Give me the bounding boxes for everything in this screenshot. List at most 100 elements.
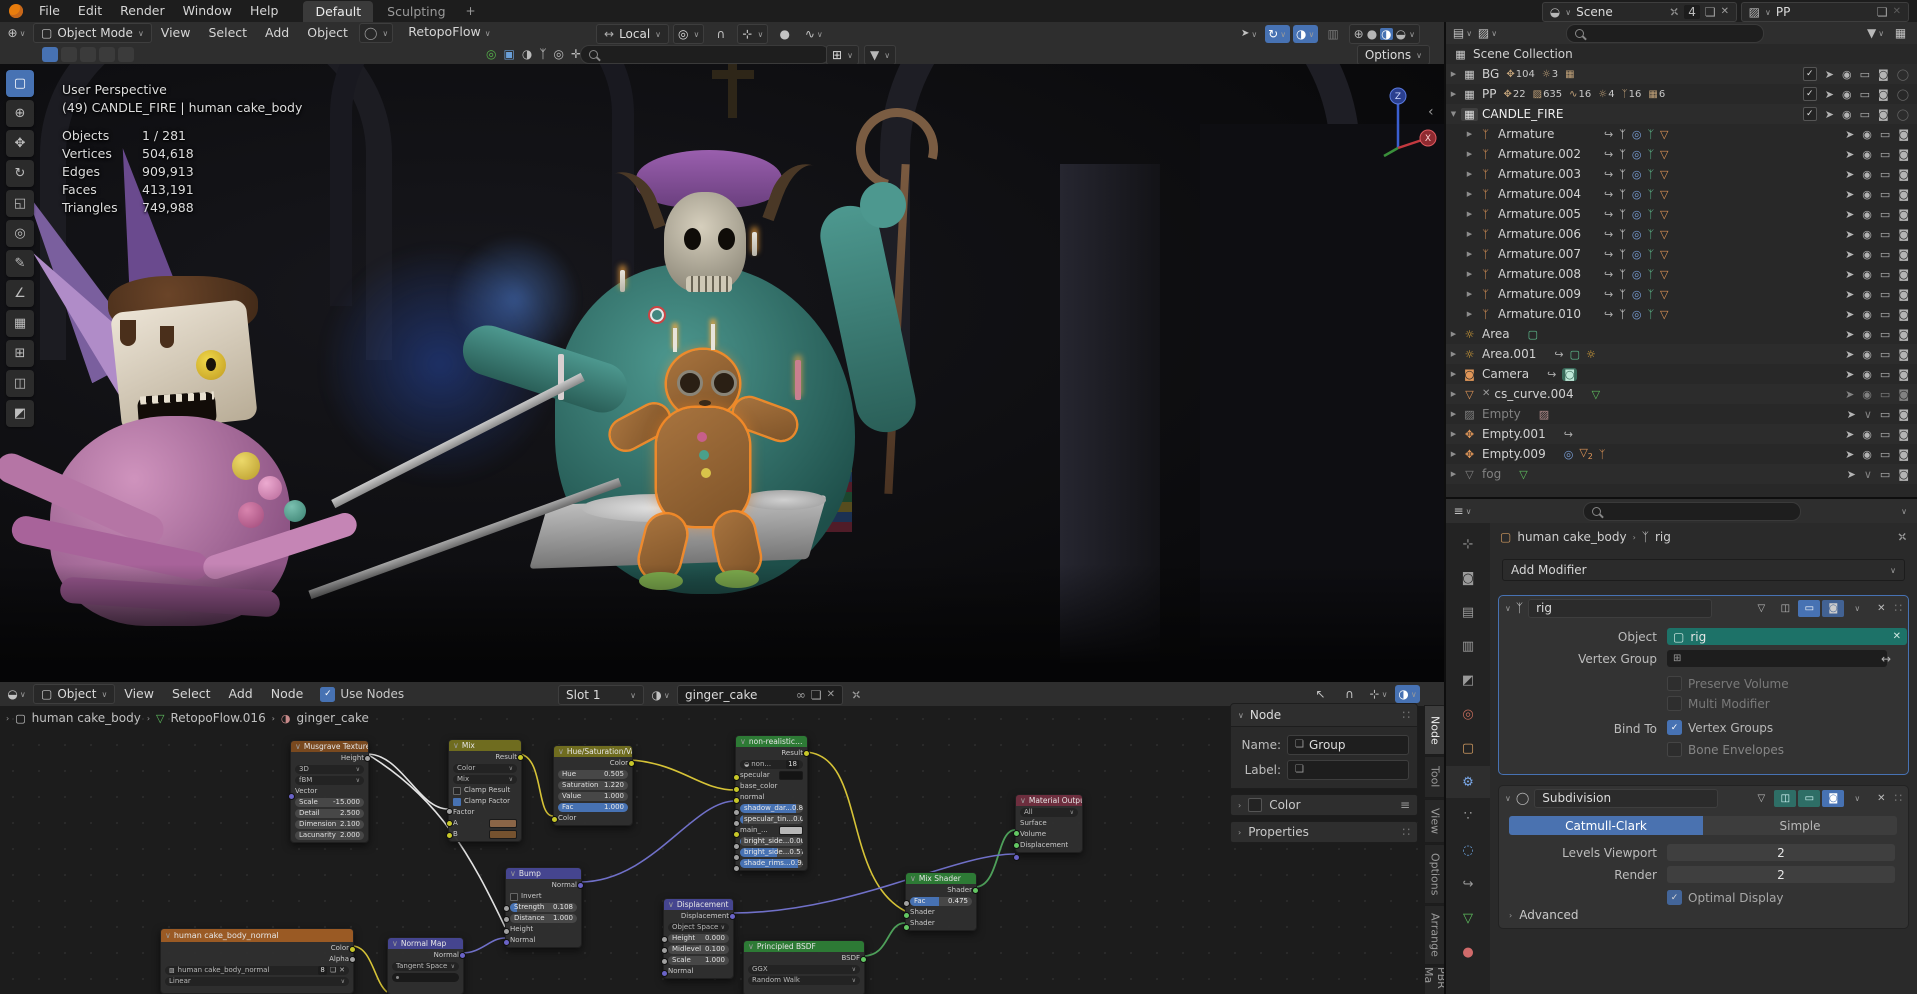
selectable-icon[interactable]: ➤ xyxy=(1845,148,1854,161)
outliner-row-area001[interactable]: ▶ ☼ Area.001 ↪▢☼ ➤◉▭◙ xyxy=(1446,344,1917,364)
modifier-name-field[interactable]: rig xyxy=(1528,599,1712,618)
preserve-volume-checkbox[interactable]: Preserve Volume xyxy=(1667,676,1789,691)
overlays-toggle[interactable]: ◑∨ xyxy=(1395,685,1420,703)
group-input-slider[interactable]: bright_side...0.006 xyxy=(740,837,803,846)
node-name-input[interactable]: ❏Group xyxy=(1287,735,1409,755)
advanced-panel-toggle[interactable]: ›Advanced xyxy=(1509,908,1578,922)
region-collapse-arrow[interactable]: ‹ xyxy=(1428,104,1434,120)
image-users-count[interactable]: 8 xyxy=(318,966,326,975)
exclude-checkbox[interactable]: ✓ xyxy=(1803,87,1817,101)
disable-viewport-icon[interactable]: ▭ xyxy=(1880,168,1890,181)
render-levels-field[interactable]: 2 xyxy=(1667,866,1895,883)
show-in-render-toggle[interactable]: ◙ xyxy=(1822,790,1844,807)
xray-toggle[interactable]: ▥ xyxy=(1321,25,1346,43)
workspace-tab-sculpting[interactable]: Sculpting xyxy=(375,1,457,22)
levels-viewport-field[interactable]: 2 xyxy=(1667,844,1895,861)
disable-render-icon[interactable]: ◙ xyxy=(1898,188,1909,201)
tab-options[interactable]: Options xyxy=(1424,844,1446,904)
node-value-field[interactable]: Lacunarity2.000 xyxy=(295,831,364,840)
disable-render-icon[interactable]: ◙ xyxy=(1898,168,1909,181)
bind-vertex-groups-checkbox[interactable]: ✓Vertex Groups xyxy=(1667,720,1773,735)
shading-material-icon[interactable]: ◑ xyxy=(1380,28,1392,40)
node-hue-saturation-value[interactable]: ∨Hue/Saturation/Value Color Hue0.505Satu… xyxy=(553,745,633,826)
invert-vertex-group-button[interactable]: ↔ xyxy=(1881,653,1891,665)
outliner-scope-dropdown[interactable]: ▨∨ xyxy=(1475,24,1500,42)
selectable-icon[interactable]: ➤ xyxy=(1845,128,1854,141)
outliner-row-empty[interactable]: ▶ ▨ Empty ▨ ➤∨▭◙ xyxy=(1446,404,1917,424)
proportional-edit-toggle[interactable]: ● xyxy=(772,25,797,43)
expand-icon[interactable]: ▶ xyxy=(1462,150,1477,158)
tool-move[interactable]: ✥ xyxy=(6,130,34,157)
new-collection-button[interactable]: ▦ xyxy=(1888,24,1913,42)
hide-icon[interactable]: ◉ xyxy=(1862,208,1872,221)
modifier-panel-subdivision[interactable]: ∨ ◯ Subdivision ▽ ◫ ▭ ◙ ∨ ✕ ∷ Catmull-Cl… xyxy=(1498,785,1909,929)
outliner-row-armature[interactable]: ▶ ᛉ Armature.009 ↪ ᛉ ◎ ᛉ ▽ ➤◉▭◙ xyxy=(1446,284,1917,304)
mix-datatype-dropdown[interactable]: Color∨ xyxy=(453,764,517,773)
expand-icon[interactable]: ▶ xyxy=(1462,250,1477,258)
breadcrumb-material[interactable]: ginger_cake xyxy=(297,711,369,725)
shading-rendered-icon[interactable]: ◒ xyxy=(1396,28,1406,40)
collapse-icon[interactable]: ∨ xyxy=(1505,604,1511,613)
disable-render-icon[interactable]: ◙ xyxy=(1898,128,1909,141)
properties-search-input[interactable] xyxy=(1583,502,1801,521)
tab-constraints[interactable]: ↪ xyxy=(1446,868,1490,900)
use-nodes-checkbox[interactable]: ✓Use Nodes xyxy=(320,687,404,702)
expand-icon[interactable]: ▶ xyxy=(1462,210,1477,218)
group-input-slider[interactable]: shade_rims...0.923 xyxy=(740,859,803,868)
tool-extra-3[interactable]: ◩ xyxy=(6,400,34,427)
outliner-row-scene-collection[interactable]: ▦ Scene Collection xyxy=(1446,44,1917,64)
hide-icon[interactable]: ◉ xyxy=(1862,288,1872,301)
disable-viewport-icon[interactable]: ▭ xyxy=(1880,208,1890,221)
node-value-field[interactable]: Scale-15.000 xyxy=(295,798,364,807)
tab-output[interactable]: ▤ xyxy=(1446,596,1490,628)
snap-target-dropdown[interactable]: ⊹∨ xyxy=(1366,685,1391,703)
select-mode-subtract-button[interactable] xyxy=(80,47,96,62)
mode-dropdown[interactable]: ▢ Object Mode ∨ xyxy=(33,23,152,43)
node-normal-map[interactable]: ∨Normal Map Normal Tangent Space∨ xyxy=(387,937,464,994)
expand-icon[interactable]: ▶ xyxy=(1462,190,1477,198)
hidden-icon[interactable]: ∨ xyxy=(1864,408,1872,421)
musgrave-dimensions-dropdown[interactable]: 3D∨ xyxy=(295,765,364,774)
view-layer-selector[interactable]: ▨ ∨ PP ❏ ✕ xyxy=(1741,2,1909,22)
proportional-falloff-dropdown[interactable]: ∿∨ xyxy=(801,25,826,43)
node-bump[interactable]: ∨Bump Normal Invert Strength0.108 Distan… xyxy=(505,867,582,948)
tool-extra-2[interactable]: ◫ xyxy=(6,370,34,397)
node-principled-bsdf[interactable]: ∨Principled BSDF BSDF GGX∨ Random Walk∨ xyxy=(743,940,865,994)
hide-icon[interactable]: ◉ xyxy=(1862,308,1872,321)
show-in-edit-mode-toggle[interactable]: ◫ xyxy=(1774,600,1796,617)
disable-viewport-icon[interactable]: ▭ xyxy=(1880,128,1890,141)
blender-logo-icon[interactable] xyxy=(9,4,23,18)
hide-icon[interactable]: ◉ xyxy=(1862,188,1872,201)
select-mode-invert-button[interactable] xyxy=(99,47,115,62)
group-datablock-field[interactable]: ◒non...18 xyxy=(740,760,803,769)
pin-icon[interactable]: ✛ xyxy=(1666,4,1681,20)
image-interpolation-dropdown[interactable]: Linear∨ xyxy=(165,977,349,986)
unlink-material-icon[interactable]: ✕ xyxy=(827,690,835,700)
tool-measure[interactable]: ∠ xyxy=(6,280,34,307)
principled-distribution-dropdown[interactable]: GGX∨ xyxy=(748,965,860,974)
outliner-search-input[interactable] xyxy=(1566,24,1764,43)
selectable-icon[interactable]: ➤ xyxy=(1845,228,1854,241)
modifier-panel-rig[interactable]: ∨ ᛉ rig ▽ ◫ ▭ ◙ ∨ ✕ ∷ Object ▢ rig ✕ Ver… xyxy=(1498,595,1909,775)
displacement-space-dropdown[interactable]: Object Space∨ xyxy=(668,923,729,932)
mix-blend-dropdown[interactable]: Mix∨ xyxy=(453,775,517,784)
vertex-group-field[interactable]: ⊞ xyxy=(1667,650,1887,667)
pivot-point-dropdown[interactable]: ◎∨ xyxy=(673,24,704,44)
selectable-icon[interactable]: ➤ xyxy=(1845,268,1854,281)
delete-scene-icon[interactable]: ✕ xyxy=(1721,7,1729,17)
principled-sss-method-dropdown[interactable]: Random Walk∨ xyxy=(748,976,860,985)
selectable-icon[interactable]: ➤ xyxy=(1845,308,1854,321)
viewport-canvas[interactable]: User Perspective (49) CANDLE_FIRE | huma… xyxy=(0,64,1444,682)
collapse-icon[interactable]: ▼ xyxy=(1446,110,1461,118)
filter-dropdown[interactable]: ▼∨ xyxy=(864,45,896,65)
shader-menu-item[interactable]: Node xyxy=(262,683,313,705)
breadcrumb-object[interactable]: human cake_body xyxy=(1517,530,1626,544)
disable-viewport-icon[interactable]: ▭ xyxy=(1880,228,1890,241)
outliner-display-mode-dropdown[interactable]: ▤∨ xyxy=(1450,24,1475,42)
viewport-menu-item[interactable]: View xyxy=(152,22,200,44)
clamp-result-checkbox[interactable] xyxy=(453,787,461,795)
gizmos-toggle[interactable]: ↻∨ xyxy=(1265,25,1290,43)
disable-viewport-icon[interactable]: ▭ xyxy=(1880,308,1890,321)
transform-orientation-dropdown[interactable]: ↔Local∨ xyxy=(596,24,669,44)
active-tool-dropdown[interactable]: ◯∨ xyxy=(359,23,393,43)
